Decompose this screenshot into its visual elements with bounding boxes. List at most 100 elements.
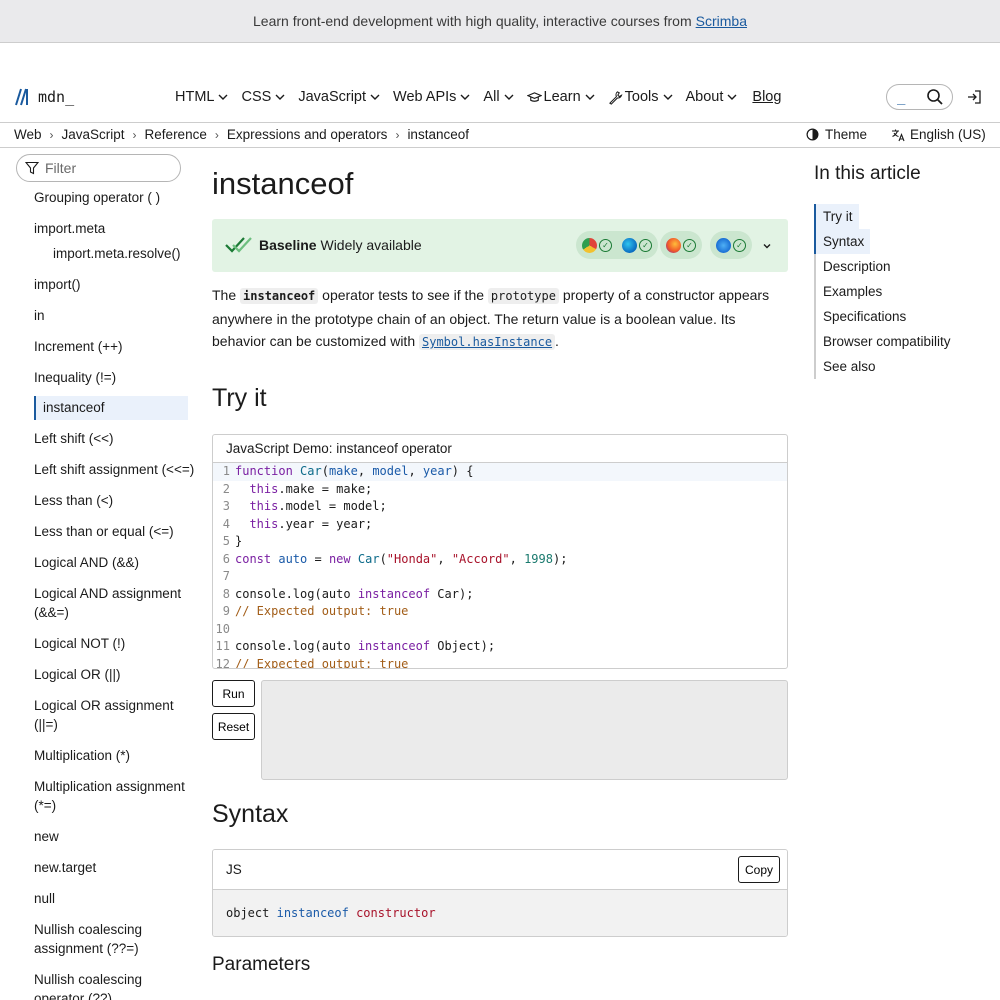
sidebar-item[interactable]: Left shift (<<) [0,429,195,448]
nav-blog[interactable]: Blog [752,86,781,108]
breadcrumb-item[interactable]: Reference [145,127,207,142]
run-button[interactable]: Run [212,680,255,707]
breadcrumb-item[interactable]: JavaScript [62,127,125,142]
nav-learn[interactable]: Learn [526,86,595,108]
toc-item[interactable]: Specifications [816,309,906,324]
toc-item[interactable]: Try it [816,204,859,229]
promo-banner: Learn front-end development with high qu… [0,0,1000,43]
section-heading-try-it: Try it [212,384,267,412]
nav-label: Web APIs [393,89,457,105]
banner-link[interactable]: Scrimba [696,13,747,29]
toc-item[interactable]: Description [816,259,891,274]
syntax-header: JS Copy [213,850,787,890]
code-token: constructor [356,906,436,920]
reset-button[interactable]: Reset [212,713,255,740]
browser-support-safari: ✓ [710,231,752,259]
sidebar-item[interactable]: Logical NOT (!) [0,634,195,653]
login-icon[interactable] [966,89,982,105]
nav-all[interactable]: All [483,86,514,108]
search-cursor: _ [897,89,906,105]
sidebar-item[interactable]: Logical AND assignment (&&=) [0,584,195,622]
syntax-code-block: JS Copy object instanceof constructor [212,849,788,937]
mdn-logo[interactable]: mdn_ [14,85,74,109]
toc-item[interactable]: Syntax [816,229,871,254]
toc-item[interactable]: Examples [816,284,882,299]
sidebar-item[interactable]: Logical OR (||) [0,665,195,684]
sidebar-item[interactable]: Multiplication assignment (*=) [0,777,195,815]
filter-input[interactable]: Filter [16,154,181,182]
chevron-down-icon[interactable] [762,241,772,251]
intro-text: The [212,287,241,303]
chevron-down-icon [585,94,595,100]
breadcrumb-bar: Web › JavaScript › Reference › Expressio… [0,123,1000,148]
nav-label: CSS [241,89,272,105]
main-nav: HTML CSS JavaScript Web APIs All Learn T… [175,86,794,108]
theme-button[interactable]: Theme [806,127,867,142]
breadcrumb-item-current[interactable]: instanceof [407,127,469,142]
nav-label: Learn [543,89,581,105]
code-line: 6 const auto = new Car("Honda", "Accord",… [222,551,568,566]
nav-about[interactable]: About [686,86,738,108]
sidebar-item[interactable]: null [0,889,195,908]
mdn-logo-icon [15,88,28,106]
copy-button[interactable]: Copy [738,856,780,883]
ad-strip [0,43,1000,71]
sidebar-item[interactable]: import() [0,275,195,294]
baseline-label: Baseline Widely available [259,237,422,253]
search-input[interactable]: _ [886,84,953,110]
nav-label: Tools [624,89,659,105]
language-button[interactable]: English (US) [891,127,986,142]
chevron-down-icon [663,94,672,100]
sidebar-item[interactable]: Logical OR assignment (||=) [0,696,195,734]
sidebar-item[interactable]: new [0,827,195,846]
sidebar-item[interactable]: Nullish coalescing operator (??) [0,970,195,1000]
nav-javascript[interactable]: JavaScript [298,86,380,108]
code-editor[interactable]: 1 function Car(make, model, year) { 2 thi… [213,463,787,668]
wrench-icon [608,90,623,105]
sidebar-item[interactable]: Inequality (!=) [0,368,195,387]
check-icon: ✓ [683,238,696,252]
baseline-status: Widely available [320,237,422,253]
code-line: 7 [222,569,230,583]
nav-html[interactable]: HTML [175,86,228,108]
sidebar-item[interactable]: Logical AND (&&) [0,553,195,572]
baseline-banner: Baseline Widely available ✓ ✓ ✓ ✓ [212,219,788,272]
code-line: 2 this.make = make; [222,481,373,496]
nav-web-apis[interactable]: Web APIs [393,86,470,108]
sidebar-item[interactable]: Less than (<) [0,491,195,510]
site-header: mdn_ HTML CSS JavaScript Web APIs All Le… [0,72,1000,123]
sidebar-item[interactable]: Multiplication (*) [0,746,195,765]
breadcrumb-item[interactable]: Expressions and operators [227,127,388,142]
sidebar-item[interactable]: Increment (++) [0,337,195,356]
sidebar-item[interactable]: import.meta.resolve() [0,244,195,263]
sidebar-item[interactable]: Left shift assignment (<<=) [0,460,195,479]
firefox-icon [666,237,681,253]
chevron-down-icon [370,94,380,100]
nav-tools[interactable]: Tools [608,86,673,108]
toc-item[interactable]: Browser compatibility [816,334,951,349]
chevron-down-icon [218,94,228,100]
translate-icon [892,129,905,141]
toc-item[interactable]: See also [816,359,876,374]
symbol-hasinstance-link[interactable]: Symbol.hasInstance [419,334,556,350]
sidebar-item[interactable]: Grouping operator ( ) [0,188,195,207]
sidebar-item[interactable]: Nullish coalescing assignment (??=) [0,920,195,958]
sidebar-item[interactable]: import.meta [0,219,195,238]
sidebar-item[interactable]: Less than or equal (<=) [0,522,195,541]
filter-icon [25,161,39,175]
edge-icon [622,237,637,253]
breadcrumb-item[interactable]: Web [14,127,42,142]
nav-label: JavaScript [298,89,367,105]
sidebar-item[interactable]: new.target [0,858,195,877]
sidebar-item[interactable]: in [0,306,195,325]
code-line: 1 function Car(make, model, year) { [213,463,787,481]
sidebar-list: Grouping operator ( ) import.meta import.m… [0,188,195,1000]
toc-row: Syntax [814,229,994,254]
sidebar-item[interactable]: instanceof [34,396,188,420]
section-heading-syntax: Syntax [212,800,289,828]
code-line: 9// Expected output: true [222,604,409,618]
theme-label: Theme [825,127,868,142]
baseline-bold: Baseline [259,237,317,253]
nav-css[interactable]: CSS [241,86,285,108]
search-icon [927,89,943,105]
